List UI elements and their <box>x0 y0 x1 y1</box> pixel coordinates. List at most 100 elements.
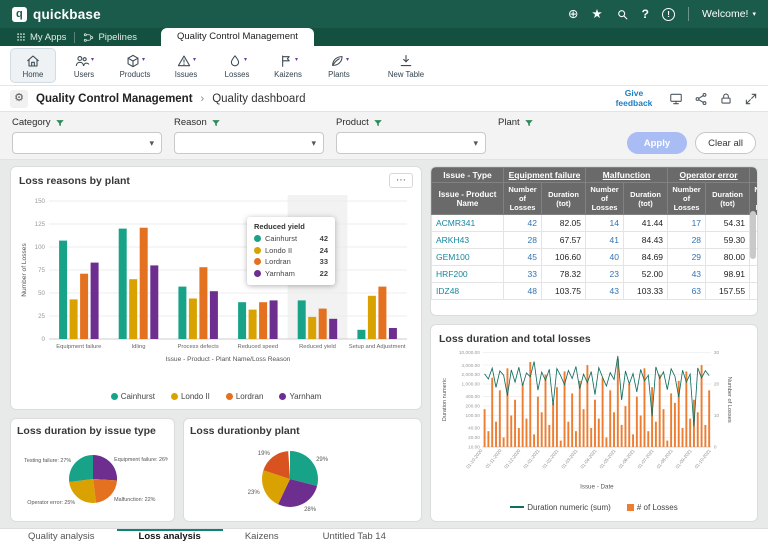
toolbar-item-kaizens[interactable]: ▾Kaizens <box>265 48 311 83</box>
my-apps-label: My Apps <box>30 32 66 43</box>
help-icon[interactable]: ? <box>642 8 649 20</box>
record-link[interactable]: IDZ48 <box>432 283 504 300</box>
category-select[interactable]: ▾ <box>12 132 162 154</box>
dashboard-tab-quality-analysis[interactable]: Quality analysis <box>6 529 117 545</box>
display-mode-icon[interactable] <box>669 92 683 106</box>
record-link[interactable]: HRF200 <box>432 266 504 283</box>
share-icon[interactable] <box>694 92 708 106</box>
card-menu-button[interactable]: ⋯ <box>389 173 413 188</box>
svg-text:75: 75 <box>38 267 45 274</box>
toolbar-item-losses[interactable]: ▾ Losses <box>214 48 260 83</box>
chevron-down-icon: ▾ <box>142 56 145 63</box>
column-group-operator-error[interactable]: Operator error <box>668 168 750 183</box>
filter-label-reason: Reason <box>174 117 336 128</box>
new-table-icon <box>398 53 414 69</box>
filter-funnel-icon[interactable] <box>211 118 221 128</box>
svg-text:40.00: 40.00 <box>468 426 480 431</box>
user-menu[interactable]: Welcome! ▾ <box>702 8 756 20</box>
losses-cell: 42 <box>504 215 542 232</box>
favorites-star-icon[interactable]: ★ <box>591 8 602 21</box>
dashboard-tab-loss-analysis[interactable]: Loss analysis <box>117 529 223 545</box>
record-link[interactable]: GEM100 <box>432 249 504 266</box>
tooltip-row: Lordran33 <box>254 257 328 266</box>
losses-cell: 33 <box>504 266 542 283</box>
toolbar-item-issues[interactable]: ▾Issues <box>163 48 209 83</box>
give-feedback-link[interactable]: Give feedback <box>610 89 658 109</box>
lock-icon[interactable] <box>719 92 733 106</box>
settings-gear-icon[interactable]: ⚙ <box>10 90 28 108</box>
quickbase-logo[interactable]: q quickbase <box>12 7 101 22</box>
svg-text:0: 0 <box>714 445 717 450</box>
filter-funnel-icon[interactable] <box>373 118 383 128</box>
legend-item-duration-numeric-sum-[interactable]: Duration numeric (sum) <box>510 503 611 512</box>
losses-cell: 40 <box>586 249 624 266</box>
svg-text:01-07-2021: 01-07-2021 <box>637 448 655 470</box>
pipelines-button[interactable]: Pipelines <box>75 28 145 46</box>
svg-text:Equipment failure: Equipment failure <box>56 344 101 350</box>
pie-label: 28% <box>304 507 317 513</box>
products-icon <box>125 53 141 69</box>
losses-cell: 29 <box>668 249 706 266</box>
reason-select[interactable]: ▾ <box>174 132 324 154</box>
search-icon[interactable] <box>616 8 629 21</box>
table-scrollbar[interactable] <box>750 211 756 259</box>
svg-text:01-05-2021: 01-05-2021 <box>599 448 617 470</box>
toolbar-item-users[interactable]: ▾Users <box>61 48 107 83</box>
svg-text:Reduced speed: Reduced speed <box>238 344 279 350</box>
record-link[interactable]: ARKH43 <box>432 232 504 249</box>
chart-title: Loss duration and total losses <box>439 333 749 345</box>
tooltip-value: 22 <box>320 269 328 278</box>
fullscreen-icon[interactable] <box>744 92 758 106</box>
legend-item-yarnham[interactable]: Yarnham <box>279 392 321 401</box>
column-group-equipment-failure[interactable]: Equipment failure <box>504 168 586 183</box>
dashboard-tab-untitled-tab-14[interactable]: Untitled Tab 14 <box>301 529 408 545</box>
column-group-testing-failure[interactable]: Testing failure <box>750 168 758 183</box>
app-bar: My Apps Pipelines Quality Control Manage… <box>0 28 768 46</box>
filter-funnel-icon[interactable] <box>524 118 534 128</box>
svg-text:20: 20 <box>714 382 720 387</box>
legend-item--of-losses[interactable]: # of Losses <box>627 503 678 512</box>
add-icon[interactable]: ⊕ <box>568 8 578 21</box>
clear-all-button[interactable]: Clear all <box>695 132 756 154</box>
tooltip-row: Yarnham22 <box>254 269 328 278</box>
pie-slice[interactable] <box>69 455 93 482</box>
filter-label-text: Plant <box>498 117 520 128</box>
dashboard-tab-kaizens[interactable]: Kaizens <box>223 529 301 545</box>
svg-text:2,000.00: 2,000.00 <box>462 372 481 377</box>
breadcrumb-app-name[interactable]: Quality Control Management <box>36 93 193 105</box>
chevron-down-icon: ▾ <box>346 56 349 63</box>
losses-cell: 23 <box>586 266 624 283</box>
duration-cell: 82.05 <box>542 215 586 232</box>
plant-pie-chart: 29%28%23%19% <box>190 437 415 522</box>
legend-item-lordran[interactable]: Lordran <box>226 392 264 401</box>
toolbar-item-label: Losses <box>225 70 250 79</box>
duration-cell: 84.69 <box>624 249 668 266</box>
toolbar-item-label: Products <box>120 70 151 79</box>
notifications-icon[interactable]: ! <box>662 8 675 21</box>
toolbar-item-home[interactable]: Home <box>10 48 56 83</box>
legend-item-cainhurst[interactable]: Cainhurst <box>111 392 155 401</box>
toolbar-item-plants[interactable]: ▾Plants <box>316 48 362 83</box>
legend-item-londo-ii[interactable]: Londo II <box>171 392 210 401</box>
my-apps-button[interactable]: My Apps <box>8 28 74 46</box>
bar-chart-legend: Cainhurst Londo II Lordran Yarnham <box>19 390 413 402</box>
chart-title: Loss durationby plant <box>190 425 415 437</box>
product-select[interactable]: ▾ <box>336 132 486 154</box>
record-link[interactable]: ACMR341 <box>432 215 504 232</box>
duration-cell: 54.31 <box>706 215 750 232</box>
quickbase-logo-icon: q <box>12 7 27 22</box>
breadcrumb-page-name: Quality dashboard <box>212 93 305 105</box>
column-group-malfunction[interactable]: Malfunction <box>586 168 668 183</box>
subcolumn-header: Duration (tot) <box>624 183 668 215</box>
apply-button[interactable]: Apply <box>627 132 687 154</box>
combo-chart-legend: Duration numeric (sum) # of Losses <box>439 501 749 513</box>
dashboard-main: Loss reasons by plant ⋯ 0255075100125150… <box>0 160 768 528</box>
toolbar-item-new-table[interactable]: New Table <box>383 48 429 83</box>
filter-funnel-icon[interactable] <box>55 118 65 128</box>
toolbar-item-products[interactable]: ▾ Products <box>112 48 158 83</box>
app-tab-quality-control-management[interactable]: Quality Control Management <box>161 28 314 46</box>
chevron-down-icon: ▾ <box>244 56 247 63</box>
kaizens-icon <box>278 53 294 69</box>
pie-label: Testing failure: 27% <box>24 458 71 464</box>
legend-swatch <box>111 393 118 400</box>
